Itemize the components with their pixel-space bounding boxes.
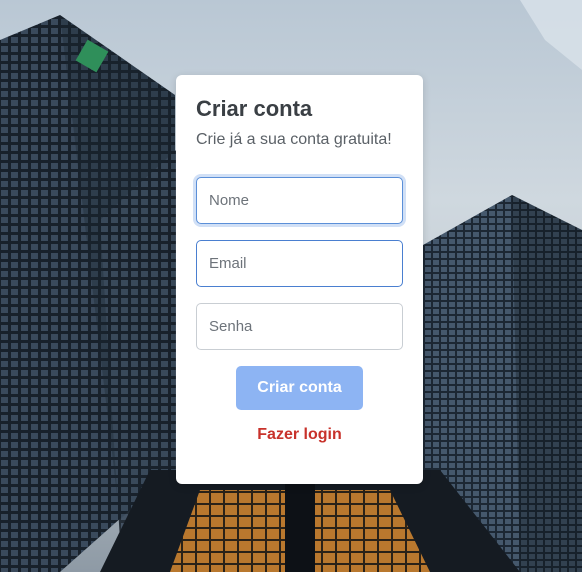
- email-field[interactable]: [196, 240, 403, 287]
- subtitle: Crie já a sua conta gratuita!: [196, 131, 392, 148]
- page-title: Criar conta: [196, 96, 313, 121]
- signup-card: Criar conta Crie já a sua conta gratuita…: [176, 75, 423, 484]
- password-field[interactable]: [196, 303, 403, 350]
- login-link[interactable]: Fazer login: [176, 426, 423, 444]
- name-field[interactable]: [196, 177, 403, 224]
- create-account-button[interactable]: Criar conta: [236, 366, 363, 410]
